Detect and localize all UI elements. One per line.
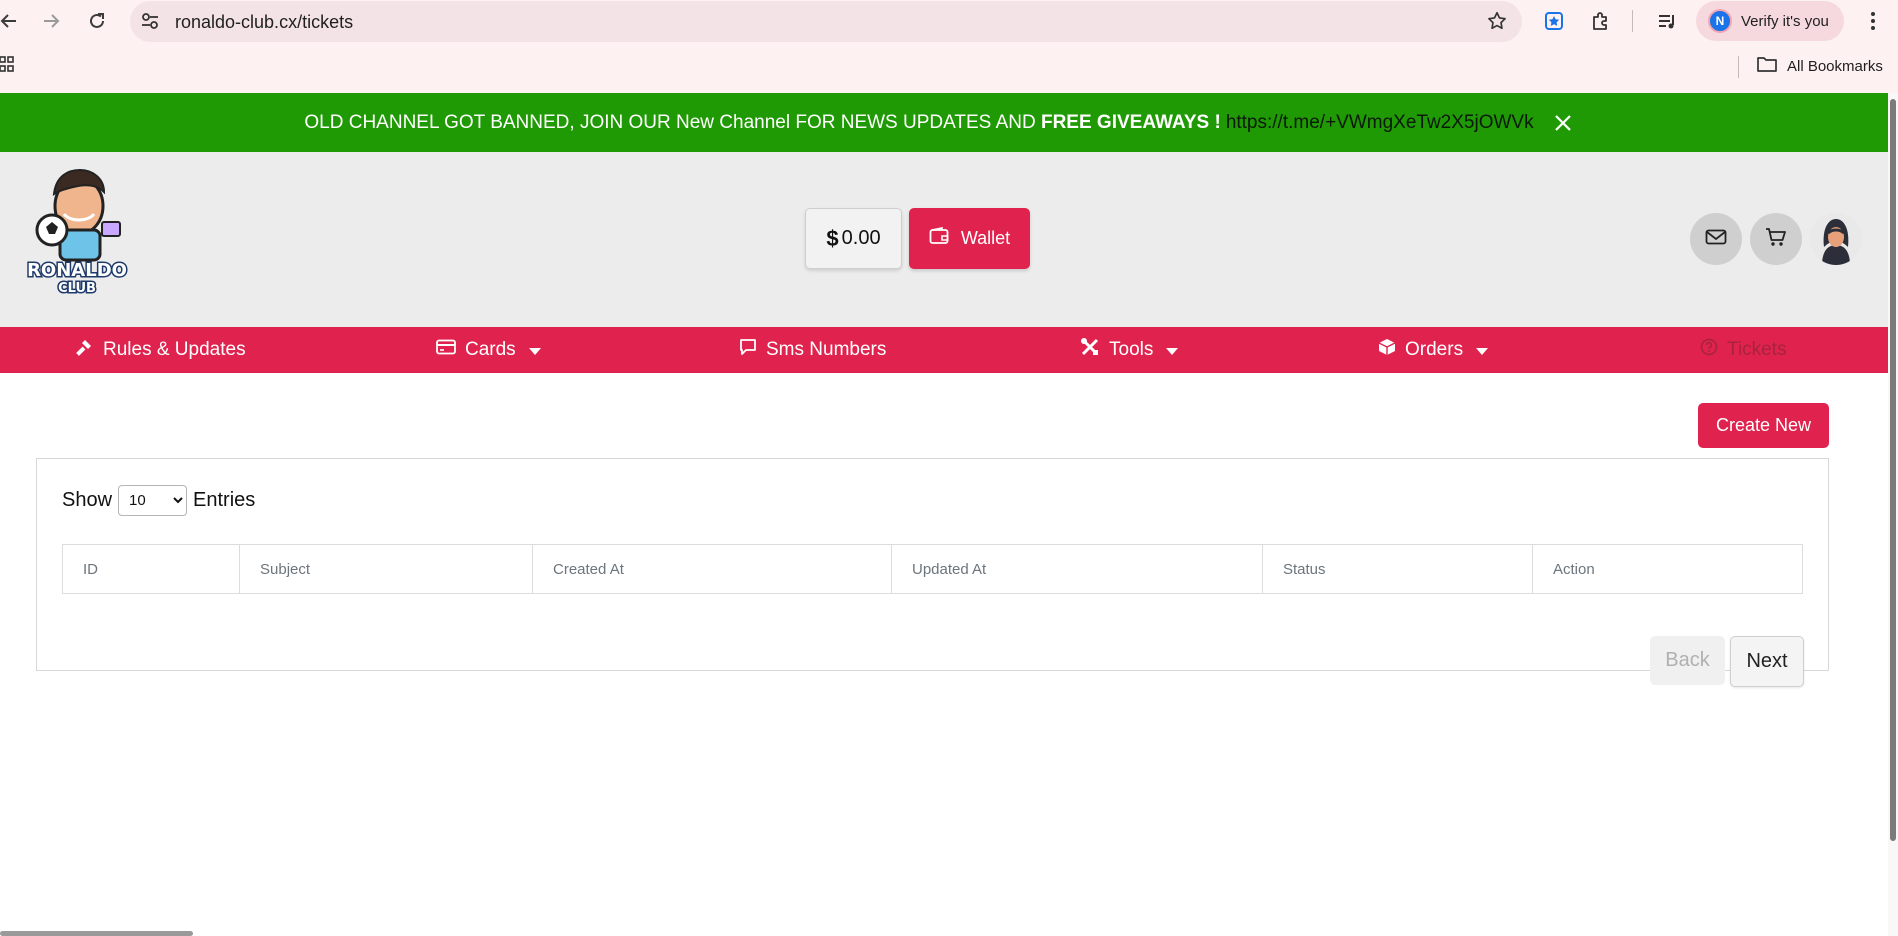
apps-grid-icon[interactable]	[0, 56, 14, 79]
wallet-label: Wallet	[960, 228, 1011, 248]
page-viewport: OLD CHANNEL GOT BANNED, JOIN OUR New Cha…	[0, 93, 1888, 936]
toolbar-divider	[1632, 10, 1633, 32]
page-size-select[interactable]: 10	[118, 485, 188, 516]
bookmarks-divider	[1738, 56, 1739, 78]
svg-text:CLUB: CLUB	[58, 281, 96, 296]
all-bookmarks-button[interactable]: All Bookmarks	[1756, 55, 1883, 77]
column-header-subject[interactable]: Subject	[240, 545, 533, 593]
reading-mode-icon[interactable]	[1541, 8, 1567, 34]
bookmark-star-icon[interactable]	[1486, 10, 1508, 37]
back-arrow-icon[interactable]	[0, 6, 24, 36]
column-header-updated-at[interactable]: Updated At	[892, 545, 1263, 593]
balance-display: $ 0.00	[805, 208, 902, 269]
url-text[interactable]: ronaldo-club.cx/tickets	[175, 12, 353, 33]
announcement-bar: OLD CHANNEL GOT BANNED, JOIN OUR New Cha…	[0, 93, 1888, 152]
horizontal-scrollbar[interactable]	[0, 931, 193, 936]
announcement-link[interactable]: https://t.me/+VWmgXeTw2X5jOWVk	[1226, 112, 1534, 134]
nav-label: Rules & Updates	[103, 339, 246, 360]
folder-icon	[1756, 55, 1778, 77]
all-bookmarks-label: All Bookmarks	[1787, 57, 1883, 75]
reload-icon[interactable]	[82, 6, 112, 36]
chat-icon	[739, 338, 757, 362]
column-header-id[interactable]: ID	[63, 545, 240, 593]
create-new-button[interactable]: Create New	[1698, 403, 1829, 448]
tickets-table: ID Subject Created At Updated At Status …	[62, 544, 1803, 594]
nav-tickets[interactable]: Tickets	[1700, 327, 1786, 373]
cart-button[interactable]	[1750, 213, 1802, 265]
page-size-control: Show 10 Entries	[62, 485, 255, 516]
site-header: RONALDO CLUB $ 0.00 Wallet	[0, 152, 1888, 327]
media-control-icon[interactable]	[1654, 8, 1680, 34]
main-navigation: Rules & Updates Cards Sms Numbers Tools	[0, 327, 1888, 373]
back-button[interactable]: Back	[1650, 636, 1725, 685]
credit-card-icon	[436, 339, 456, 361]
nav-label: Cards	[465, 339, 516, 360]
wallet-button[interactable]: Wallet	[909, 208, 1030, 269]
close-icon[interactable]	[1554, 114, 1572, 132]
vertical-scrollbar[interactable]	[1888, 93, 1898, 936]
announcement-text: OLD CHANNEL GOT BANNED, JOIN OUR New Cha…	[304, 111, 1221, 133]
nav-tools[interactable]: Tools	[1080, 327, 1179, 373]
profile-chip[interactable]: N Verify it's you	[1696, 1, 1844, 41]
next-button[interactable]: Next	[1730, 636, 1804, 687]
chevron-down-icon	[1476, 347, 1489, 355]
currency-symbol: $	[826, 225, 839, 251]
browser-toolbar: ronaldo-club.cx/tickets N Verify it's yo…	[0, 0, 1898, 42]
tickets-card: Show 10 Entries ID Subject Created At Up…	[36, 458, 1829, 687]
hammer-icon	[76, 338, 94, 362]
envelope-icon	[1705, 229, 1727, 250]
messages-button[interactable]	[1690, 213, 1742, 265]
nav-rules-updates[interactable]: Rules & Updates	[76, 327, 246, 373]
nav-label: Tools	[1109, 339, 1154, 360]
nav-sms-numbers[interactable]: Sms Numbers	[739, 327, 886, 373]
scrollbar-thumb[interactable]	[1890, 99, 1896, 841]
cart-icon	[1765, 227, 1787, 252]
user-avatar[interactable]	[1810, 213, 1862, 265]
question-circle-icon	[1700, 338, 1718, 362]
svg-text:RONALDO: RONALDO	[27, 260, 127, 281]
nav-cards[interactable]: Cards	[436, 327, 541, 373]
ronaldo-club-logo[interactable]: RONALDO CLUB	[24, 164, 130, 298]
address-bar[interactable]: ronaldo-club.cx/tickets	[130, 1, 1522, 42]
show-label: Show	[62, 489, 113, 511]
nav-label: Orders	[1405, 339, 1464, 360]
profile-avatar: N	[1708, 9, 1732, 33]
column-header-created-at[interactable]: Created At	[533, 545, 892, 593]
balance-amount: 0.00	[841, 227, 881, 249]
chevron-down-icon	[1166, 347, 1179, 355]
nav-label: Sms Numbers	[766, 339, 887, 360]
tools-icon	[1080, 337, 1100, 363]
entries-label: Entries	[193, 489, 256, 511]
nav-orders[interactable]: Orders	[1378, 327, 1489, 373]
browser-menu-icon[interactable]	[1860, 8, 1886, 34]
chevron-down-icon	[528, 347, 541, 355]
site-settings-icon[interactable]	[140, 11, 160, 36]
nav-label: Tickets	[1727, 339, 1787, 360]
bookmarks-bar	[0, 42, 1898, 93]
wallet-icon	[929, 227, 949, 250]
column-header-status[interactable]: Status	[1263, 545, 1533, 593]
box-icon	[1378, 338, 1396, 362]
extensions-icon[interactable]	[1588, 8, 1614, 34]
forward-arrow-icon[interactable]	[36, 6, 66, 36]
column-header-action[interactable]: Action	[1533, 545, 1802, 593]
profile-label: Verify it's you	[1741, 12, 1829, 30]
